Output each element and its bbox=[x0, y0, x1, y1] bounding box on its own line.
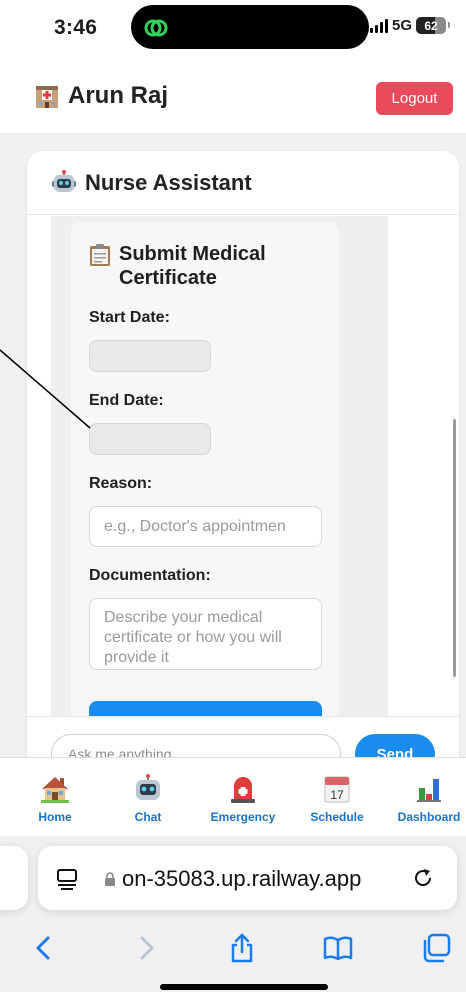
chat-scrollbar[interactable] bbox=[453, 419, 456, 677]
documentation-label: Documentation: bbox=[89, 567, 211, 584]
reload-icon[interactable] bbox=[411, 866, 435, 890]
assistant-title: Nurse Assistant bbox=[85, 169, 252, 195]
tab-home-label: Home bbox=[38, 810, 72, 824]
page-menu-icon[interactable] bbox=[56, 868, 78, 890]
tab-emergency-label: Emergency bbox=[210, 810, 276, 824]
tab-chat[interactable]: Chat bbox=[103, 774, 193, 824]
battery-icon: 62 bbox=[416, 17, 450, 34]
robot-icon bbox=[136, 774, 160, 800]
status-time: 3:46 bbox=[54, 16, 98, 39]
user-title: Arun Raj bbox=[34, 82, 168, 110]
tab-schedule[interactable]: 17 Schedule bbox=[292, 774, 382, 824]
forward-icon[interactable] bbox=[130, 932, 162, 964]
reason-input[interactable] bbox=[89, 506, 322, 547]
previous-tab-peek[interactable] bbox=[0, 846, 28, 910]
home-indicator bbox=[160, 984, 328, 990]
end-date-label: End Date: bbox=[89, 392, 164, 409]
documentation-textarea[interactable] bbox=[89, 598, 322, 670]
house-icon bbox=[41, 777, 69, 803]
browser-chrome: on-35083.up.railway.app bbox=[0, 836, 466, 992]
logout-button[interactable]: Logout bbox=[376, 82, 453, 115]
share-icon[interactable] bbox=[226, 932, 258, 964]
signal-icon bbox=[369, 18, 388, 33]
robot-icon bbox=[52, 169, 76, 192]
tab-home[interactable]: Home bbox=[10, 774, 100, 824]
tab-dashboard-label: Dashboard bbox=[397, 810, 461, 824]
bottom-tab-bar: Home Chat Emergency 17 Schedule Dashboar… bbox=[0, 757, 466, 836]
start-date-label: Start Date: bbox=[89, 309, 170, 326]
tab-emergency[interactable]: Emergency bbox=[198, 774, 288, 824]
assistant-header: Nurse Assistant bbox=[27, 151, 459, 215]
address-bar[interactable]: on-35083.up.railway.app bbox=[38, 846, 457, 910]
status-bar: 3:46 5G 62 bbox=[0, 0, 466, 58]
calendar-day: 17 bbox=[330, 788, 344, 802]
lock-icon bbox=[105, 872, 115, 886]
siren-icon bbox=[231, 777, 255, 803]
end-date-input[interactable] bbox=[89, 423, 211, 455]
calendar-icon: 17 bbox=[324, 776, 350, 803]
start-date-input[interactable] bbox=[89, 340, 211, 372]
form-title: Submit Medical Certificate bbox=[89, 242, 321, 290]
linked-rings-icon bbox=[144, 19, 168, 37]
mc-form: Submit Medical Certificate Start Date: E… bbox=[71, 222, 339, 745]
url-text: on-35083.up.railway.app bbox=[122, 866, 362, 891]
assistant-card: Nurse Assistant Submit Medical Certifica… bbox=[27, 151, 459, 757]
user-name: Arun Raj bbox=[68, 82, 169, 109]
hospital-icon bbox=[36, 86, 58, 108]
dynamic-island bbox=[131, 5, 369, 49]
main-content: Nurse Assistant Submit Medical Certifica… bbox=[0, 135, 466, 757]
tab-chat-label: Chat bbox=[134, 810, 162, 824]
reason-label: Reason: bbox=[89, 475, 153, 492]
tab-dashboard[interactable]: Dashboard bbox=[384, 774, 466, 824]
app-header: Arun Raj Logout bbox=[0, 58, 466, 134]
cellular-status: 5G 62 bbox=[369, 17, 450, 34]
bookmarks-icon[interactable] bbox=[322, 932, 354, 964]
tab-schedule-label: Schedule bbox=[310, 810, 364, 824]
network-type: 5G bbox=[391, 17, 412, 34]
chat-input[interactable] bbox=[51, 734, 341, 757]
form-title-text: Submit Medical Certificate bbox=[119, 243, 266, 289]
clipboard-icon bbox=[90, 244, 110, 266]
send-button[interactable]: Send bbox=[355, 734, 435, 757]
chat-messages: Submit Medical Certificate Start Date: E… bbox=[51, 216, 388, 745]
browser-toolbar bbox=[0, 924, 466, 968]
chat-input-bar: Send bbox=[27, 716, 459, 757]
bar-chart-icon bbox=[417, 779, 441, 802]
back-icon[interactable] bbox=[28, 932, 60, 964]
battery-level: 62 bbox=[424, 18, 438, 33]
tabs-icon[interactable] bbox=[420, 932, 452, 964]
